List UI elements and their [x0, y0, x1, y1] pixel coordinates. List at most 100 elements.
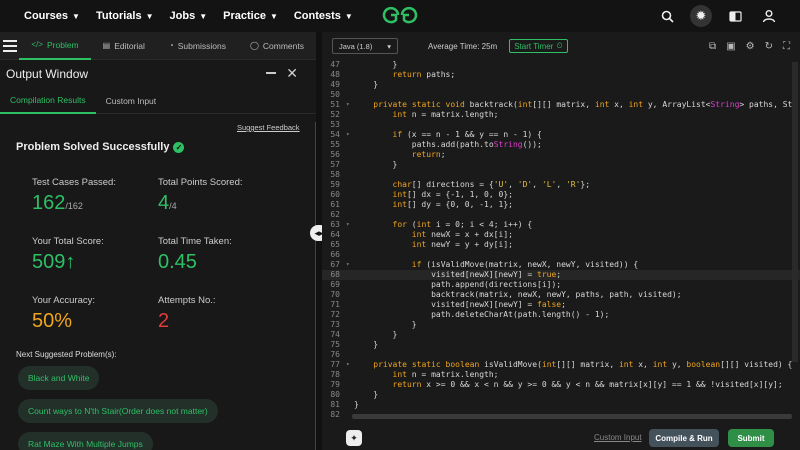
lightbulb-icon[interactable]: ✦	[346, 430, 362, 446]
suggested-problem-chip[interactable]: Rat Maze With Multiple Jumps	[18, 432, 153, 450]
code-line[interactable]: 70 backtrack(matrix, newX, newY, paths, …	[322, 290, 800, 300]
nav-item-contests[interactable]: Contests ▼	[294, 10, 353, 22]
code-line[interactable]: 61 int[] dy = {0, 0, -1, 1};	[322, 200, 800, 210]
fold-arrow-icon[interactable]: ▾	[346, 360, 354, 370]
code-line[interactable]: 72 path.deleteCharAt(path.length() - 1);	[322, 310, 800, 320]
fold-arrow-icon[interactable]: ▾	[346, 130, 354, 140]
code-line[interactable]: 57 }	[322, 160, 800, 170]
fold-arrow-icon[interactable]: ▾	[346, 260, 354, 270]
code-line[interactable]: 75 }	[322, 340, 800, 350]
editor-horizontal-scrollbar[interactable]	[352, 414, 792, 419]
fold-arrow-icon[interactable]	[346, 70, 354, 80]
code-line[interactable]: 68 visited[newX][newY] = true;	[322, 270, 800, 280]
fold-arrow-icon[interactable]	[346, 380, 354, 390]
sun-icon[interactable]: ✹	[690, 5, 712, 27]
copy-icon[interactable]: ⧉	[709, 41, 716, 52]
code-line[interactable]: 69 path.append(directions[i]);	[322, 280, 800, 290]
code-line[interactable]: 56 return;	[322, 150, 800, 160]
close-icon[interactable]: ✕	[286, 65, 298, 82]
fullscreen-icon[interactable]: ⛶	[783, 41, 790, 52]
fold-arrow-icon[interactable]	[346, 250, 354, 260]
fold-arrow-icon[interactable]	[346, 80, 354, 90]
code-line[interactable]: 63 ▾ for (int i = 0; i < 4; i++) {	[322, 220, 800, 230]
fold-arrow-icon[interactable]: ▾	[346, 220, 354, 230]
code-area[interactable]: 47 } 48 return paths; 49 } 50 51 ▾ private st…	[322, 60, 800, 422]
code-line[interactable]: 52 int n = matrix.length;	[322, 110, 800, 120]
tab-custom-input[interactable]: Custom Input	[96, 88, 167, 114]
code-line[interactable]: 59 char[] directions = {'U', 'D', 'L', '…	[322, 180, 800, 190]
minimize-icon[interactable]	[266, 72, 276, 74]
compile-run-button[interactable]: Compile & Run	[649, 429, 719, 447]
tab-problem[interactable]: </> Problem	[19, 32, 91, 60]
code-file-icon[interactable]: ▣	[726, 41, 735, 52]
code-line[interactable]: 78 int n = matrix.length;	[322, 370, 800, 380]
tab-editorial[interactable]: ▤ Editorial	[91, 32, 157, 60]
nav-item-practice[interactable]: Practice ▼	[223, 10, 278, 22]
code-line[interactable]: 77 ▾ private static boolean isValidMove(i…	[322, 360, 800, 370]
code-line[interactable]: 55 paths.add(path.toString());	[322, 140, 800, 150]
fold-arrow-icon[interactable]	[346, 370, 354, 380]
fold-arrow-icon[interactable]: ▾	[346, 100, 354, 110]
fold-arrow-icon[interactable]	[346, 290, 354, 300]
code-line[interactable]: 81}	[322, 400, 800, 410]
fold-arrow-icon[interactable]	[346, 110, 354, 120]
reset-icon[interactable]: ↻	[765, 41, 773, 52]
fold-arrow-icon[interactable]	[346, 270, 354, 280]
fold-arrow-icon[interactable]	[346, 390, 354, 400]
code-line[interactable]: 49 }	[322, 80, 800, 90]
code-line[interactable]: 47 }	[322, 60, 800, 70]
editor-vertical-scrollbar[interactable]	[792, 62, 798, 362]
code-line[interactable]: 73 }	[322, 320, 800, 330]
fold-arrow-icon[interactable]	[346, 160, 354, 170]
fold-arrow-icon[interactable]	[346, 320, 354, 330]
fold-arrow-icon[interactable]	[346, 400, 354, 410]
fold-arrow-icon[interactable]	[346, 170, 354, 180]
nav-item-jobs[interactable]: Jobs ▼	[170, 10, 208, 22]
nav-item-courses[interactable]: Courses ▼	[24, 10, 80, 22]
code-line[interactable]: 65 int newY = y + dy[i];	[322, 240, 800, 250]
code-line[interactable]: 71 visited[newX][newY] = false;	[322, 300, 800, 310]
code-line[interactable]: 67 ▾ if (isValidMove(matrix, newX, newY, …	[322, 260, 800, 270]
code-line[interactable]: 64 int newX = x + dx[i];	[322, 230, 800, 240]
fold-arrow-icon[interactable]	[346, 300, 354, 310]
fold-arrow-icon[interactable]	[346, 240, 354, 250]
language-select[interactable]: Java (1.8) ▾	[332, 38, 398, 54]
suggest-feedback-link[interactable]: Suggest Feedback	[237, 123, 300, 132]
suggested-problem-chip[interactable]: Count ways to N'th Stair(Order does not …	[18, 399, 218, 423]
fold-arrow-icon[interactable]	[346, 60, 354, 70]
code-line[interactable]: 76	[322, 350, 800, 360]
tab-compilation-results[interactable]: Compilation Results	[0, 88, 96, 114]
fold-arrow-icon[interactable]	[346, 350, 354, 360]
code-line[interactable]: 58	[322, 170, 800, 180]
translate-icon[interactable]	[724, 5, 746, 27]
site-logo[interactable]	[380, 4, 420, 26]
tab-comments[interactable]: ◯ Comments	[238, 32, 316, 60]
user-avatar-icon[interactable]	[758, 5, 780, 27]
fold-arrow-icon[interactable]	[346, 190, 354, 200]
code-line[interactable]: 50	[322, 90, 800, 100]
code-line[interactable]: 79 return x >= 0 && x < n && y >= 0 && y…	[322, 380, 800, 390]
fold-arrow-icon[interactable]	[346, 150, 354, 160]
custom-input-link[interactable]: Custom Input	[594, 433, 642, 442]
search-icon[interactable]	[656, 5, 678, 27]
hamburger-menu-icon[interactable]	[0, 32, 19, 60]
tab-submissions[interactable]: ◔ Submissions	[157, 32, 238, 60]
suggested-problem-chip[interactable]: Black and White	[18, 366, 100, 390]
fold-arrow-icon[interactable]	[346, 180, 354, 190]
fold-arrow-icon[interactable]	[346, 310, 354, 320]
code-line[interactable]: 54 ▾ if (x == n - 1 && y == n - 1) {	[322, 130, 800, 140]
fold-arrow-icon[interactable]	[346, 120, 354, 130]
code-line[interactable]: 66	[322, 250, 800, 260]
fold-arrow-icon[interactable]	[346, 230, 354, 240]
nav-item-tutorials[interactable]: Tutorials ▼	[96, 10, 154, 22]
fold-arrow-icon[interactable]	[346, 200, 354, 210]
settings-icon[interactable]: ⚙	[746, 41, 755, 52]
fold-arrow-icon[interactable]	[346, 280, 354, 290]
fold-arrow-icon[interactable]	[346, 140, 354, 150]
submit-button[interactable]: Submit	[728, 429, 774, 447]
fold-arrow-icon[interactable]	[346, 90, 354, 100]
code-line[interactable]: 60 int[] dx = {-1, 1, 0, 0};	[322, 190, 800, 200]
code-line[interactable]: 48 return paths;	[322, 70, 800, 80]
fold-arrow-icon[interactable]	[346, 210, 354, 220]
code-line[interactable]: 80 }	[322, 390, 800, 400]
